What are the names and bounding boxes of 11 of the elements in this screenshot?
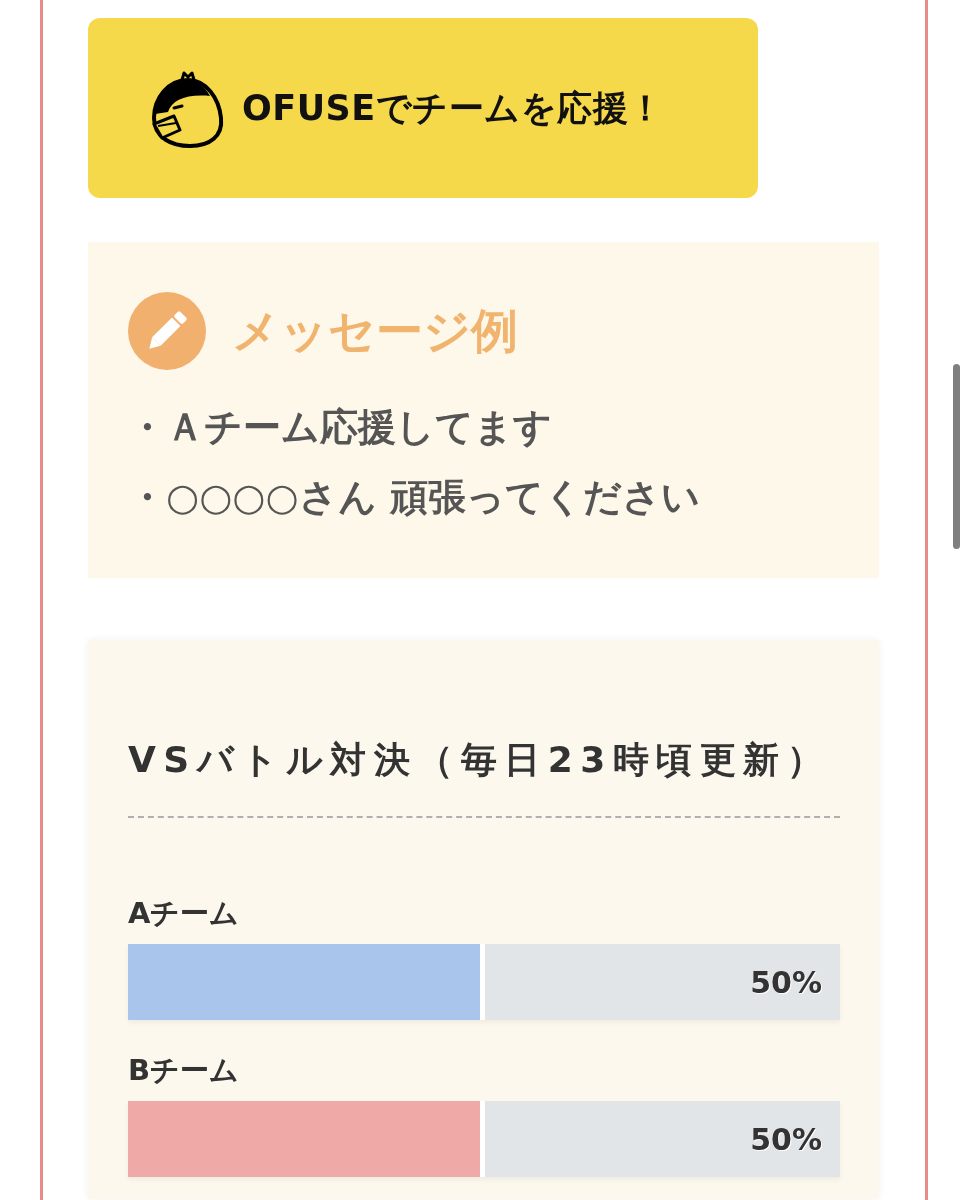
percent-label: 50% [750, 963, 822, 1002]
example-message: ・Ａチーム応援してます [128, 404, 553, 451]
card-title: VSバトル対決（毎日23時頃更新） [128, 740, 840, 818]
support-button[interactable]: OFUSEでチームを応援！ [88, 18, 758, 198]
scrollbar[interactable] [953, 364, 960, 549]
team-label: Aチーム [128, 895, 241, 932]
panel-title: メッセージ例 [232, 302, 518, 360]
percent-label: 50% [750, 1120, 822, 1159]
team-label: Bチーム [128, 1052, 241, 1089]
pencil-icon [128, 292, 206, 370]
example-message: ・○○○○さん 頑張ってください [128, 474, 701, 521]
